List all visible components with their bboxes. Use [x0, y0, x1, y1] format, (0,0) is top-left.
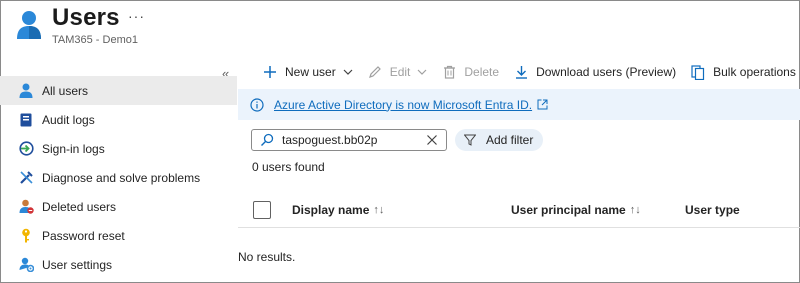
delete-button[interactable]: Delete: [441, 64, 499, 80]
add-filter-button[interactable]: Add filter: [455, 129, 543, 151]
pencil-icon: [367, 64, 383, 80]
page-subtitle: TAM365 - Demo1: [52, 34, 138, 46]
document-icon: [690, 64, 706, 80]
column-label: User principal name: [511, 203, 626, 217]
info-icon: [250, 97, 264, 112]
sidebar-item-label: Password reset: [42, 228, 125, 243]
search-icon: [261, 133, 274, 146]
filter-icon: [464, 134, 476, 146]
page-header: Users ··· TAM365 - Demo1: [0, 0, 800, 60]
wrench-icon: [18, 170, 34, 186]
column-user-principal-name[interactable]: User principal name ↑↓: [511, 203, 641, 217]
more-options-button[interactable]: ···: [128, 8, 145, 24]
sidebar-item-label: Deleted users: [42, 199, 117, 214]
entra-id-link[interactable]: Azure Active Directory is now Microsoft …: [274, 98, 532, 112]
plus-icon: [262, 64, 278, 80]
close-icon[interactable]: [426, 134, 438, 146]
users-found-count: 0 users found: [252, 160, 325, 174]
add-filter-label: Add filter: [486, 133, 534, 147]
no-results-message: No results.: [238, 250, 296, 264]
column-label: Display name: [292, 203, 370, 217]
sidebar-item-diagnose[interactable]: Diagnose and solve problems: [0, 163, 237, 192]
column-user-type[interactable]: User type: [685, 203, 740, 217]
chevron-down-icon: [417, 69, 427, 75]
new-user-label: New user: [285, 65, 336, 79]
book-icon: [18, 112, 34, 128]
search-input[interactable]: [282, 133, 422, 147]
page-title: Users: [52, 4, 120, 31]
info-banner: Azure Active Directory is now Microsoft …: [238, 89, 800, 120]
new-user-button[interactable]: New user: [262, 64, 353, 80]
search-box[interactable]: [251, 129, 447, 151]
external-link-icon[interactable]: [537, 99, 548, 110]
key-icon: [18, 228, 34, 244]
sidebar-item-label: All users: [42, 83, 89, 98]
sidebar-item-label: Diagnose and solve problems: [42, 170, 201, 185]
user-settings-icon: [18, 257, 34, 273]
sidebar-item-audit-logs[interactable]: Audit logs: [0, 105, 237, 134]
sidebar-item-user-settings[interactable]: User settings: [0, 250, 237, 279]
column-label: User type: [685, 203, 740, 217]
bulk-operations-button[interactable]: Bulk operations: [690, 64, 800, 80]
column-display-name[interactable]: Display name ↑↓: [292, 203, 384, 217]
sidebar-item-label: Sign-in logs: [42, 141, 105, 156]
user-icon: [18, 83, 34, 99]
delete-label: Delete: [464, 65, 500, 79]
sign-in-icon: [18, 141, 34, 157]
chevron-down-icon: [343, 69, 353, 75]
bulk-operations-label: Bulk operations: [713, 65, 796, 79]
command-bar: New user Edit Delete Download users (Pre…: [262, 62, 800, 82]
sidebar-item-password-reset[interactable]: Password reset: [0, 221, 237, 250]
deleted-user-icon: [18, 199, 34, 215]
download-users-button[interactable]: Download users (Preview): [513, 64, 676, 80]
sort-icon[interactable]: ↑↓: [373, 204, 384, 216]
sidebar-item-label: User settings: [42, 257, 113, 272]
select-all-checkbox[interactable]: [253, 201, 271, 219]
sidebar-nav: All users Audit logs Sign-in logs Diagno…: [0, 76, 237, 279]
sidebar-item-deleted-users[interactable]: Deleted users: [0, 192, 237, 221]
edit-label: Edit: [389, 65, 411, 79]
trash-icon: [441, 64, 457, 80]
edit-button[interactable]: Edit: [367, 64, 428, 80]
sidebar: « All users Audit logs Sign-in logs Diag…: [0, 62, 237, 283]
download-icon: [513, 64, 529, 80]
sort-icon[interactable]: ↑↓: [630, 204, 641, 216]
table-header: Display name ↑↓ User principal name ↑↓ U…: [238, 193, 800, 228]
sidebar-item-label: Audit logs: [42, 112, 95, 127]
sidebar-item-all-users[interactable]: All users: [0, 76, 237, 105]
download-users-label: Download users (Preview): [536, 65, 677, 79]
sidebar-item-sign-in-logs[interactable]: Sign-in logs: [0, 134, 237, 163]
users-icon: [17, 11, 41, 39]
